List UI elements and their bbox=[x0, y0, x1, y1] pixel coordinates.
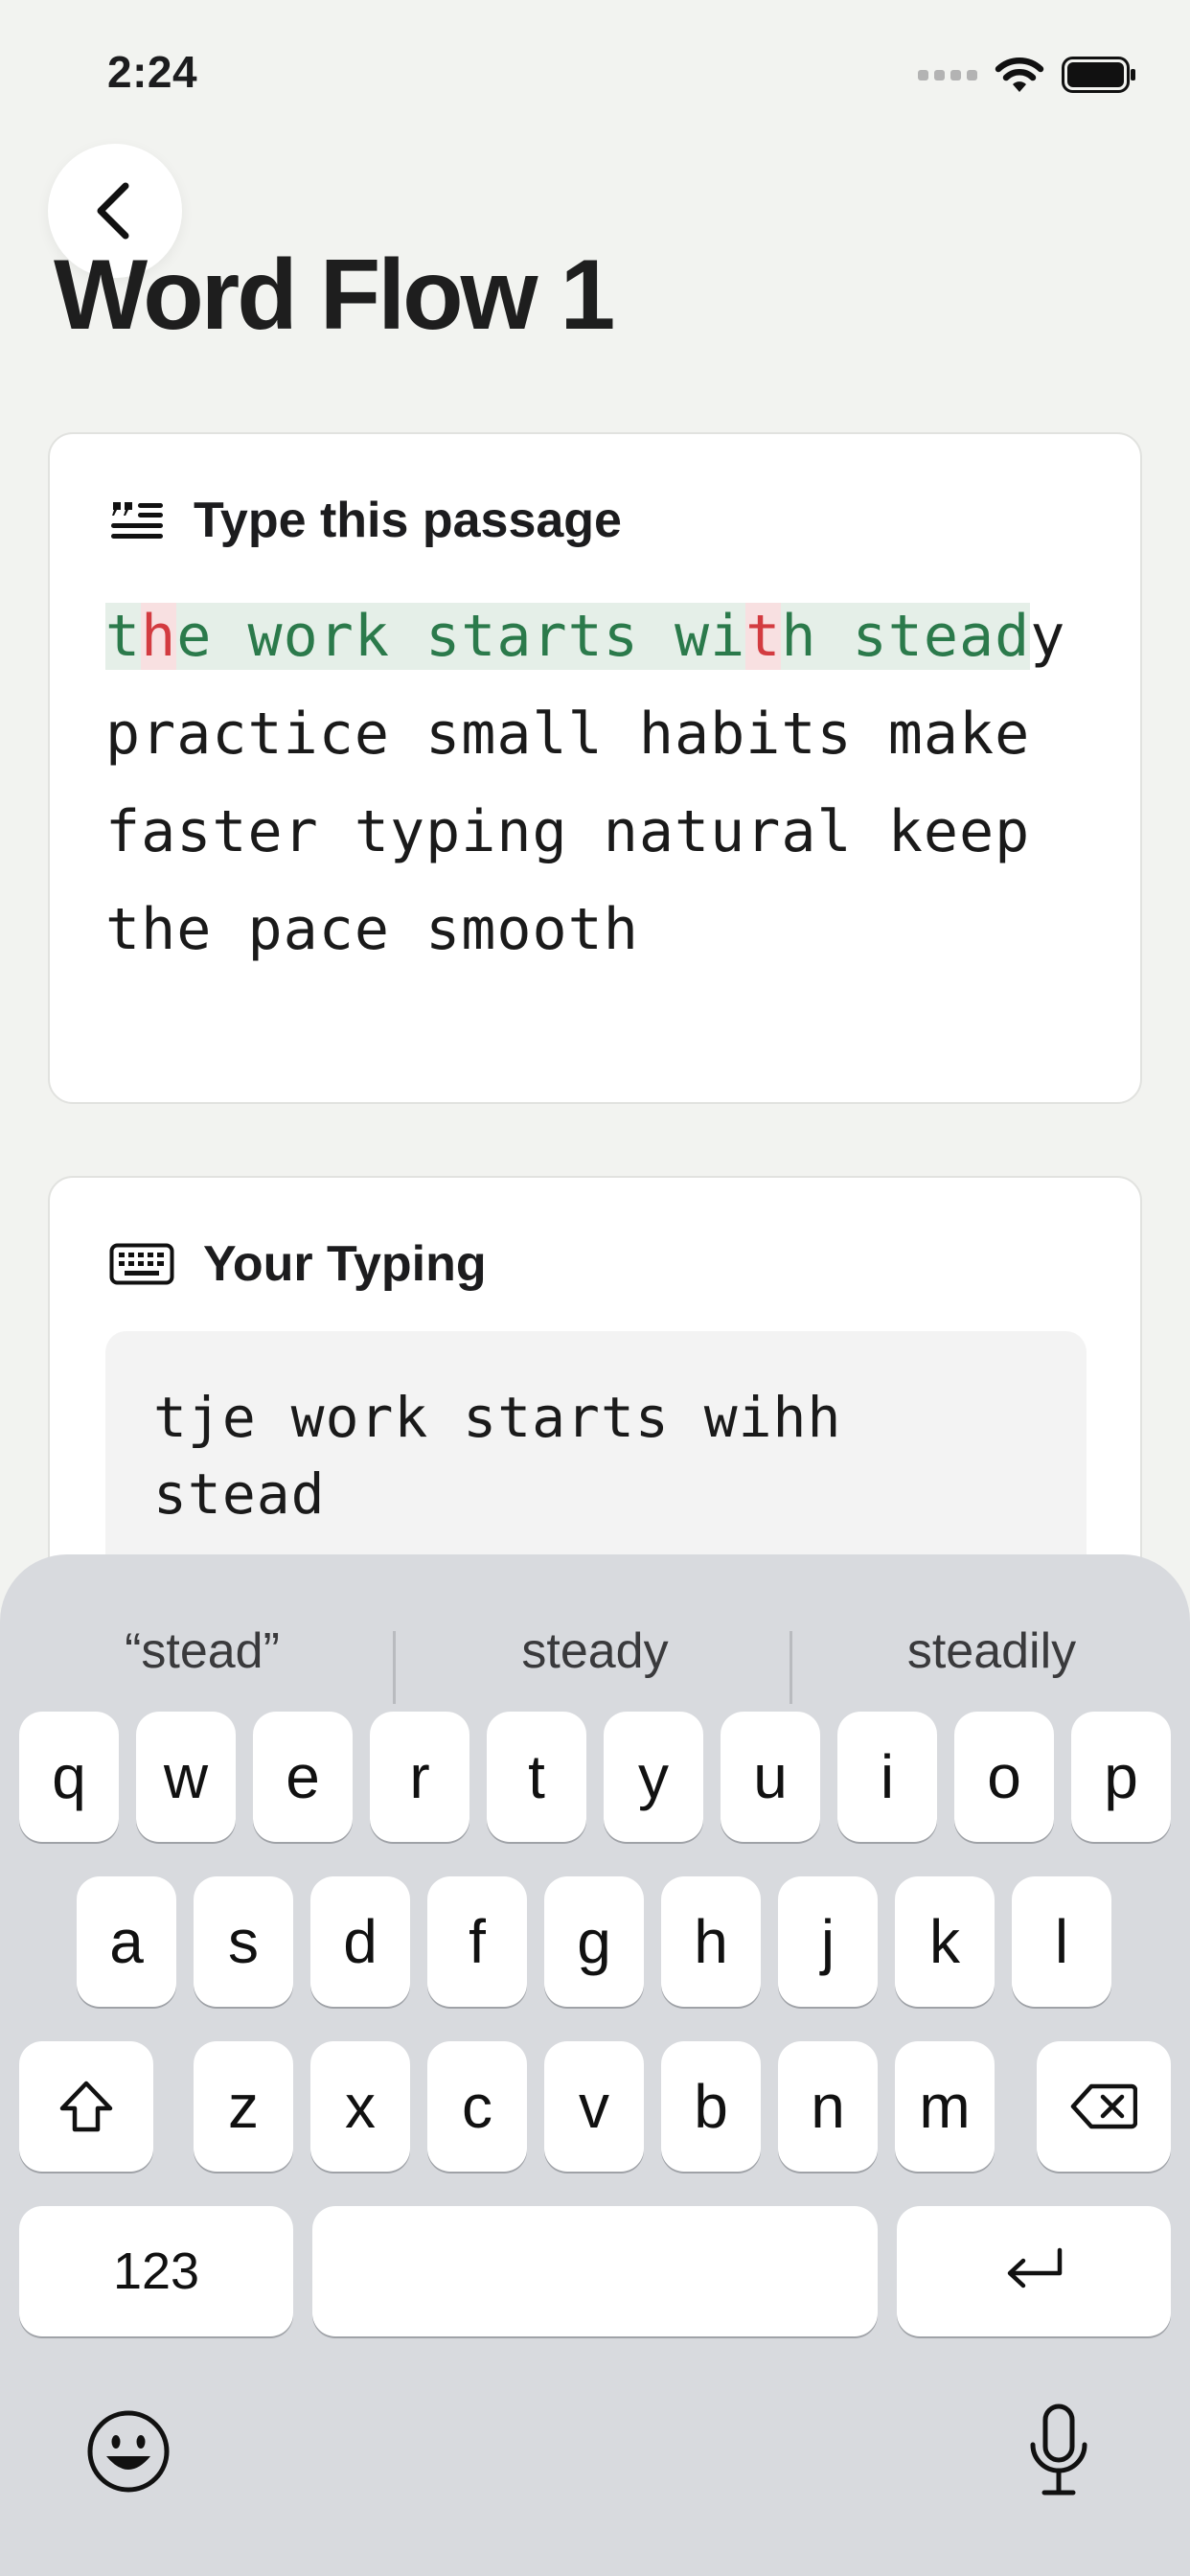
key-r[interactable]: r bbox=[370, 1712, 469, 1842]
quote-lines-icon bbox=[111, 502, 163, 539]
key-v[interactable]: v bbox=[544, 2041, 644, 2172]
key-t[interactable]: t bbox=[487, 1712, 586, 1842]
suggestion-item[interactable]: “stead” bbox=[6, 1593, 399, 1710]
suggestion-item[interactable]: steady bbox=[399, 1593, 791, 1710]
page-title: Word Flow 1 bbox=[54, 240, 615, 351]
status-bar: 2:24 bbox=[0, 0, 1190, 144]
return-icon bbox=[1007, 2247, 1063, 2288]
typing-card-header: Your Typing bbox=[109, 1235, 487, 1293]
key-g[interactable]: g bbox=[544, 1876, 644, 2007]
signal-dots-icon bbox=[918, 69, 977, 80]
return-key[interactable] bbox=[897, 2206, 1171, 2336]
status-icons bbox=[918, 54, 1136, 96]
passage-segment: h bbox=[141, 603, 177, 670]
key-o[interactable]: o bbox=[954, 1712, 1054, 1842]
passage-text: the work starts with steady practice sma… bbox=[105, 587, 1102, 978]
key-h[interactable]: h bbox=[661, 1876, 761, 2007]
key-z[interactable]: z bbox=[194, 2041, 293, 2172]
passage-segment: stead bbox=[852, 603, 1031, 670]
dictation-button[interactable] bbox=[1016, 2398, 1102, 2503]
key-n[interactable]: n bbox=[778, 2041, 878, 2172]
key-y[interactable]: y bbox=[604, 1712, 703, 1842]
key-q[interactable]: q bbox=[19, 1712, 119, 1842]
suggestion-divider bbox=[790, 1631, 792, 1704]
keyboard: “stead” steady steadily q w e r t y u i … bbox=[0, 1554, 1190, 2576]
battery-icon bbox=[1062, 57, 1135, 93]
passage-card-label: Type this passage bbox=[194, 493, 622, 548]
key-x[interactable]: x bbox=[310, 2041, 410, 2172]
chevron-left-icon bbox=[97, 182, 129, 240]
key-c[interactable]: c bbox=[427, 2041, 527, 2172]
shift-icon bbox=[59, 2081, 113, 2132]
numbers-key[interactable]: 123 bbox=[19, 2206, 293, 2336]
key-b[interactable]: b bbox=[661, 2041, 761, 2172]
passage-segment: t bbox=[745, 603, 782, 670]
key-w[interactable]: w bbox=[136, 1712, 236, 1842]
typing-value: tje work starts wihh stead bbox=[153, 1385, 842, 1527]
delete-icon bbox=[1070, 2083, 1137, 2129]
key-k[interactable]: k bbox=[895, 1876, 995, 2007]
typing-card-label: Your Typing bbox=[203, 1236, 487, 1292]
emoji-button[interactable] bbox=[80, 2404, 176, 2499]
suggestion-divider bbox=[393, 1631, 396, 1704]
keyboard-icon bbox=[109, 1243, 174, 1285]
suggestion-item[interactable]: steadily bbox=[795, 1593, 1188, 1710]
key-f[interactable]: f bbox=[427, 1876, 527, 2007]
key-s[interactable]: s bbox=[194, 1876, 293, 2007]
key-i[interactable]: i bbox=[837, 1712, 937, 1842]
status-time: 2:24 bbox=[107, 47, 198, 97]
key-m[interactable]: m bbox=[895, 2041, 995, 2172]
key-a[interactable]: a bbox=[77, 1876, 176, 2007]
passage-card-header: Type this passage bbox=[109, 492, 622, 549]
key-d[interactable]: d bbox=[310, 1876, 410, 2007]
suggestion-bar: “stead” steady steadily bbox=[0, 1593, 1190, 1710]
passage-segment: h bbox=[781, 603, 853, 670]
passage-segment: e work starts wi bbox=[176, 603, 746, 670]
key-l[interactable]: l bbox=[1012, 1876, 1111, 2007]
passage-card: Type this passage the work starts with s… bbox=[48, 432, 1142, 1104]
microphone-icon bbox=[1030, 2404, 1087, 2496]
key-e[interactable]: e bbox=[253, 1712, 353, 1842]
passage-segment: t bbox=[105, 603, 142, 670]
emoji-icon bbox=[87, 2410, 170, 2493]
key-j[interactable]: j bbox=[778, 1876, 878, 2007]
shift-key[interactable] bbox=[19, 2041, 153, 2172]
wifi-icon bbox=[995, 58, 1044, 92]
delete-key[interactable] bbox=[1037, 2041, 1171, 2172]
space-key[interactable] bbox=[312, 2206, 878, 2336]
key-p[interactable]: p bbox=[1071, 1712, 1171, 1842]
key-u[interactable]: u bbox=[721, 1712, 820, 1842]
